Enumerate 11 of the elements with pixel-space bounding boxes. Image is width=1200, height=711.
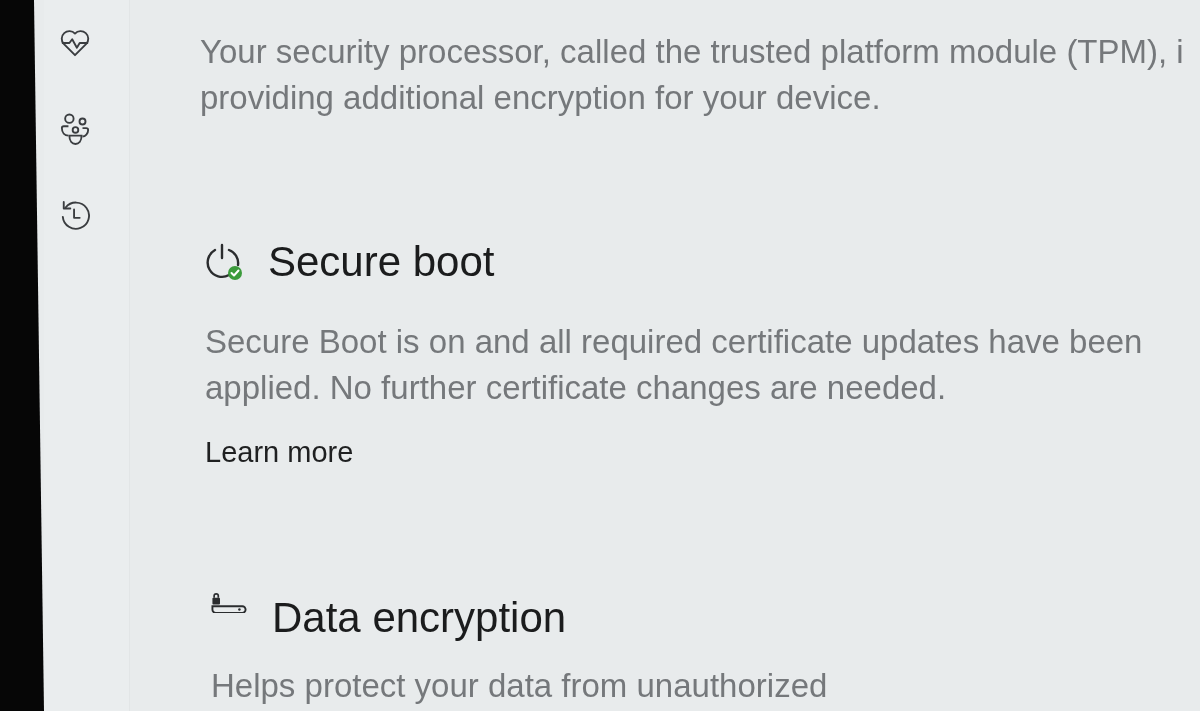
power-check-icon bbox=[205, 243, 243, 281]
section-description: Helps protect your data from unauthorized bbox=[211, 666, 829, 706]
section-heading: Secure boot bbox=[268, 237, 495, 287]
heart-pulse-icon[interactable] bbox=[60, 27, 90, 59]
section-description: Secure Boot is on and all required certificate updates have been applied. No further certificate changes are needed. bbox=[205, 322, 1144, 408]
family-icon[interactable] bbox=[60, 113, 90, 145]
history-icon[interactable] bbox=[60, 199, 90, 231]
learn-more-link[interactable]: Learn more bbox=[205, 434, 354, 470]
section-heading: Data encryption bbox=[272, 593, 567, 643]
lock-drive-icon bbox=[211, 592, 247, 613]
tpm-description: Your security processor, called the trusted platform module (TPM), i providing additional encryption for your device. bbox=[200, 32, 1185, 118]
